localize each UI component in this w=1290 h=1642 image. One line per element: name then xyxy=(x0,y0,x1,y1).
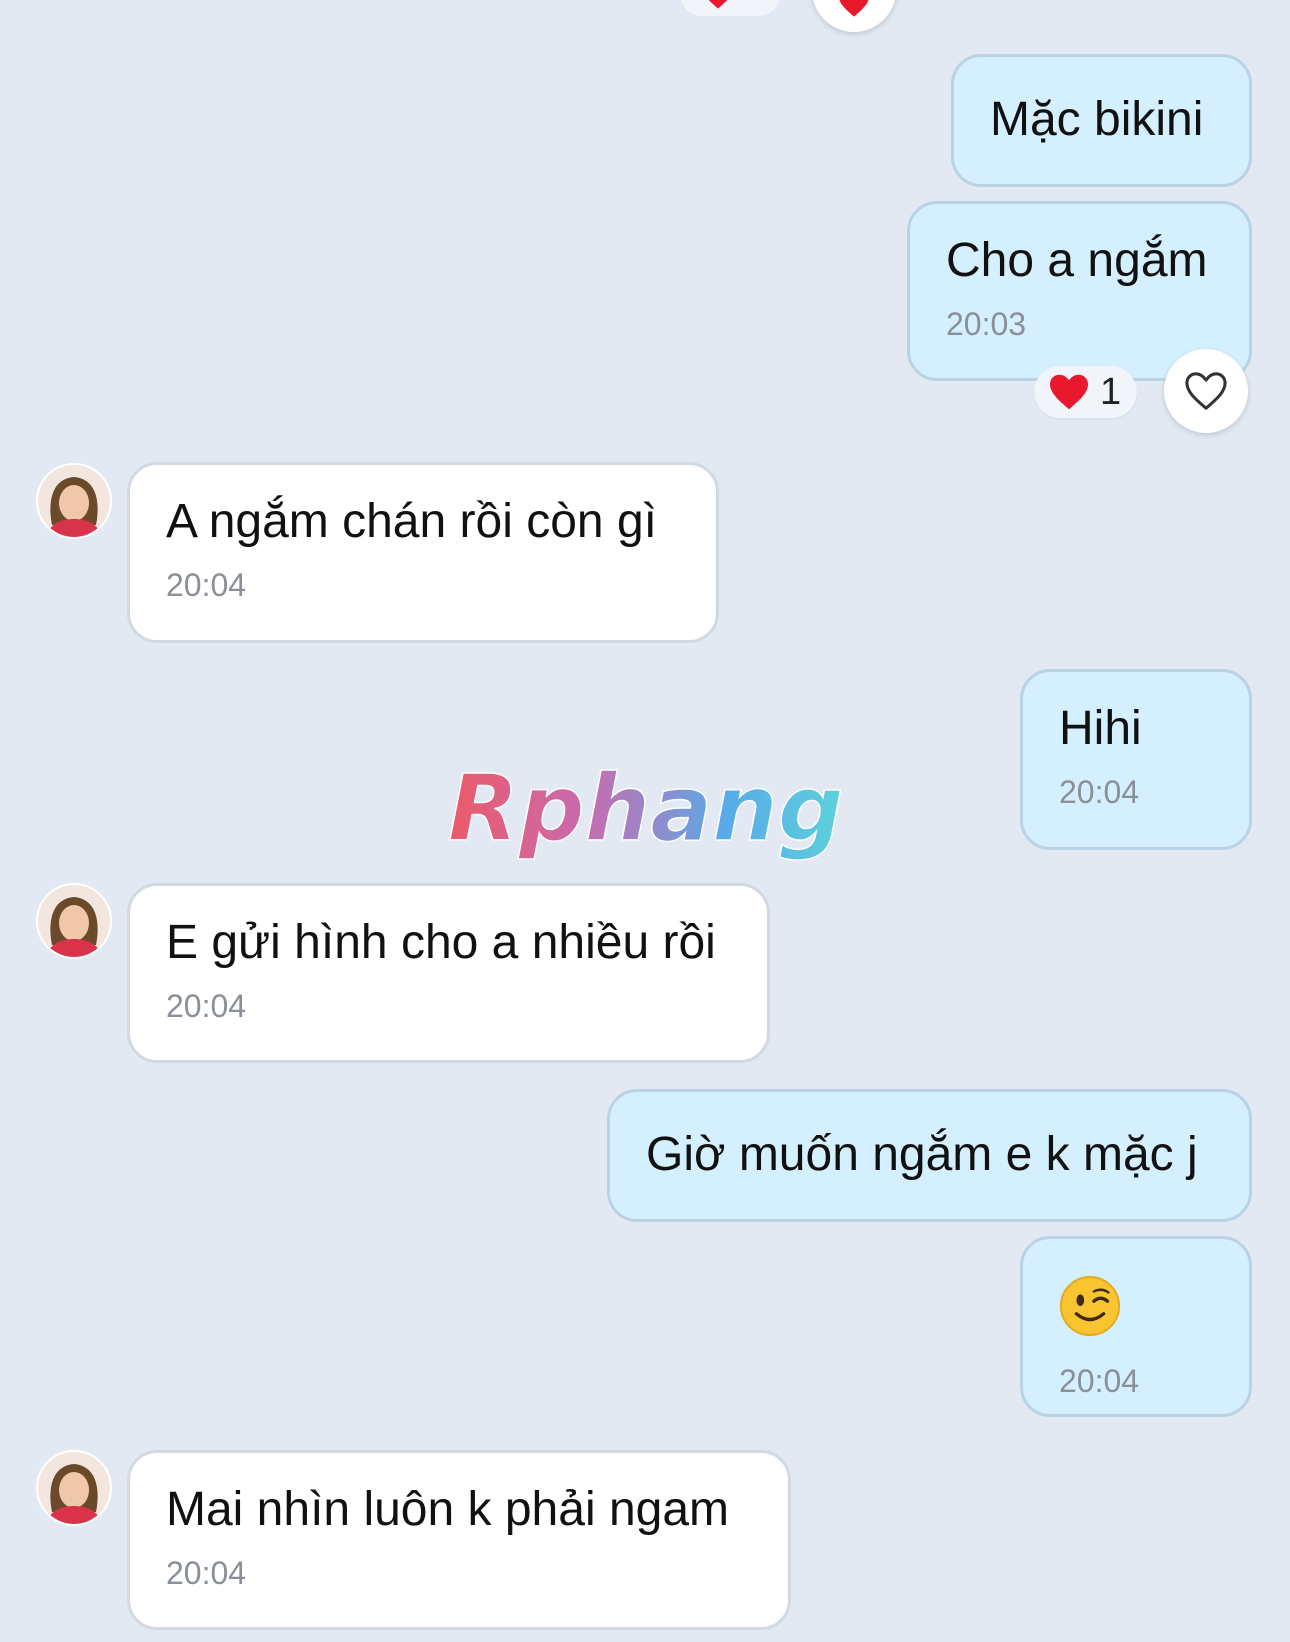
avatar-image xyxy=(38,1452,110,1524)
incoming-message-bubble[interactable]: A ngắm chán rồi còn gì 20:04 xyxy=(127,462,719,643)
message-timestamp: 20:04 xyxy=(166,1555,247,1591)
contact-avatar[interactable] xyxy=(36,1450,112,1526)
watermark-text: Rphang xyxy=(448,760,844,862)
outgoing-message-bubble[interactable]: Mặc bikini xyxy=(951,54,1252,187)
avatar-image xyxy=(38,885,110,957)
contact-avatar[interactable] xyxy=(36,883,112,959)
message-text: Mai nhìn luôn k phải ngam xyxy=(166,1483,730,1536)
message-timestamp: 20:04 xyxy=(1059,774,1140,810)
reaction-summary-pill[interactable]: 1 xyxy=(1034,366,1138,418)
message-timestamp: 20:04 xyxy=(1059,1363,1140,1399)
reaction-count: 1 xyxy=(1100,370,1122,413)
message-text: E gửi hình cho a nhiều rồi xyxy=(166,916,716,969)
winking-face-emoji-icon xyxy=(1059,1275,1121,1337)
message-text: Cho a ngắm xyxy=(946,234,1208,287)
message-text: Giờ muốn ngắm e k mặc j xyxy=(646,1128,1198,1181)
outgoing-message-bubble[interactable]: 20:04 xyxy=(1020,1236,1252,1417)
outgoing-message-bubble[interactable]: Giờ muốn ngắm e k mặc j xyxy=(607,1089,1252,1222)
message-timestamp: 20:04 xyxy=(166,567,247,603)
message-timestamp: 20:03 xyxy=(946,306,1027,342)
message-text: A ngắm chán rồi còn gì xyxy=(166,495,657,548)
partial-reaction-pill-top[interactable] xyxy=(680,0,780,16)
chat-thread[interactable]: Mặc bikini Cho a ngắm 20:03 1 A ngắm chá… xyxy=(0,0,1290,1642)
contact-avatar[interactable] xyxy=(36,463,112,539)
react-button[interactable] xyxy=(1164,349,1248,433)
heart-icon xyxy=(839,0,869,17)
incoming-message-bubble[interactable]: E gửi hình cho a nhiều rồi 20:04 xyxy=(127,883,770,1063)
message-text: Hihi xyxy=(1059,702,1142,755)
message-timestamp: 20:04 xyxy=(166,988,247,1024)
avatar-image xyxy=(38,465,110,537)
heart-icon xyxy=(1050,374,1088,410)
watermark-logo: Rphang xyxy=(447,754,848,870)
partial-reaction-button-top[interactable] xyxy=(812,0,896,32)
heart-icon xyxy=(708,0,728,9)
outgoing-message-bubble[interactable]: Hihi 20:04 xyxy=(1020,669,1252,850)
message-text: Mặc bikini xyxy=(990,93,1204,146)
heart-outline-icon xyxy=(1185,372,1227,410)
incoming-message-bubble[interactable]: Mai nhìn luôn k phải ngam 20:04 xyxy=(127,1450,791,1630)
